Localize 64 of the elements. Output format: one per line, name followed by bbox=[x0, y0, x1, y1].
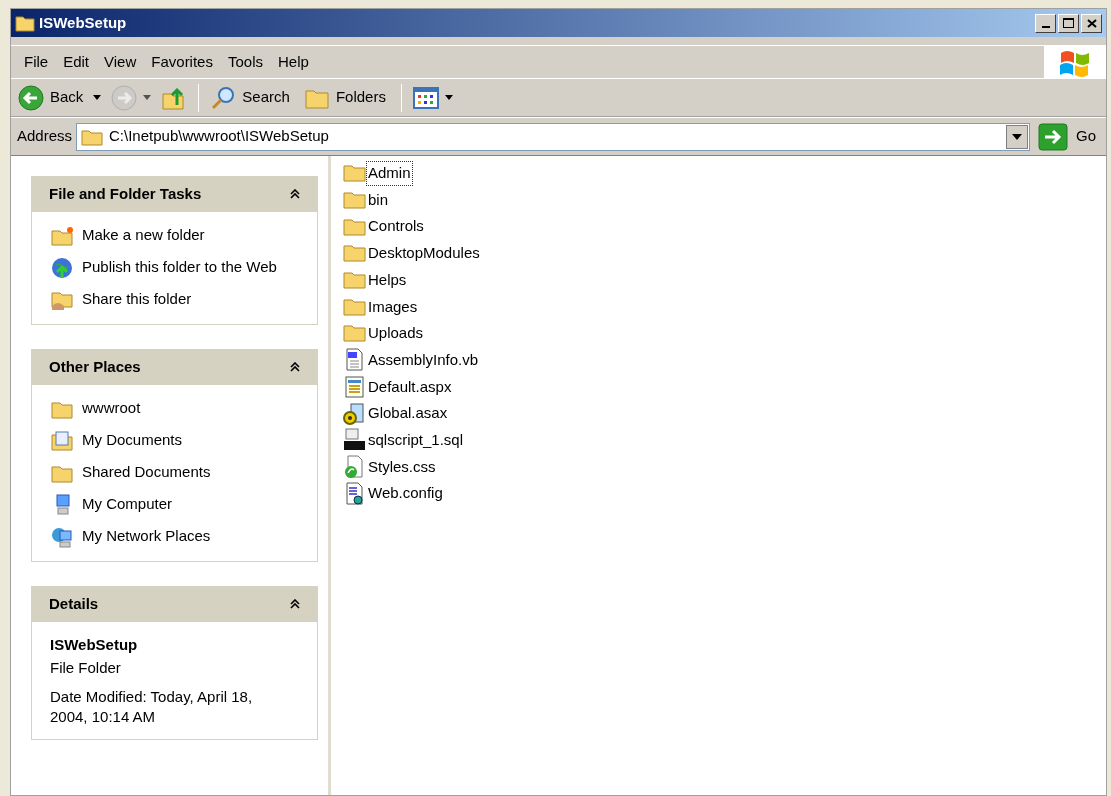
panel-header[interactable]: Details bbox=[31, 586, 318, 622]
menu-item[interactable]: Help bbox=[273, 48, 314, 76]
document-entry[interactable]: AssemblyInfo.vb bbox=[343, 346, 480, 374]
folder-icon bbox=[81, 127, 104, 146]
document-entry[interactable]: sqlscript_1.sql bbox=[343, 426, 465, 454]
sql-file-icon bbox=[343, 428, 367, 453]
folder-entry[interactable]: Admin bbox=[343, 160, 412, 187]
menu-item[interactable]: View bbox=[99, 48, 142, 76]
folder-icon bbox=[15, 14, 35, 32]
address-label: Address bbox=[17, 126, 73, 147]
collapse-chevrons-icon bbox=[290, 189, 300, 199]
menu-item[interactable]: Tools bbox=[222, 48, 268, 76]
task-link[interactable]: Shared Documents bbox=[82, 461, 211, 481]
menu-item[interactable]: Edit bbox=[58, 48, 95, 76]
folder-entry[interactable]: Images bbox=[343, 293, 419, 321]
task-link[interactable]: wwwroot bbox=[82, 397, 141, 417]
panel-header[interactable]: Other Places bbox=[31, 349, 318, 385]
gear-file-icon bbox=[343, 401, 367, 426]
window-title: ISWebSetup bbox=[39, 12, 127, 33]
maximize-icon bbox=[1063, 18, 1074, 28]
search-icon bbox=[210, 84, 237, 111]
folder-entry[interactable]: bin bbox=[343, 186, 390, 214]
task-link[interactable]: Make a new folder bbox=[82, 224, 205, 244]
collapse-chevrons-icon bbox=[290, 362, 300, 372]
task-link[interactable]: My Computer bbox=[82, 493, 173, 513]
close-button[interactable] bbox=[1081, 13, 1102, 33]
web-form-file-icon bbox=[343, 374, 367, 399]
caret-icon bbox=[143, 95, 152, 100]
grid-view-icon bbox=[412, 85, 439, 110]
caret-icon bbox=[93, 95, 102, 100]
date-modified: Date Modified: Today, April 18, 2004, 10:14 AM bbox=[50, 687, 254, 727]
folder-entry[interactable]: DesktopModules bbox=[343, 240, 481, 267]
dropdown-button[interactable] bbox=[1006, 124, 1028, 149]
network-computer-icon bbox=[50, 525, 74, 549]
minimize-button[interactable] bbox=[1035, 13, 1056, 33]
folder-entry[interactable]: Uploads bbox=[343, 320, 425, 347]
new-folder-icon bbox=[50, 224, 74, 248]
document-entry[interactable]: Styles.css bbox=[343, 453, 437, 481]
document-entry[interactable]: Global.asax bbox=[343, 400, 449, 427]
minimize-icon bbox=[1041, 25, 1050, 28]
folder-entry[interactable]: Helps bbox=[343, 266, 408, 294]
menu-item[interactable]: Favorites bbox=[146, 48, 218, 76]
maximize-button[interactable] bbox=[1058, 13, 1079, 33]
caret-icon bbox=[444, 95, 453, 100]
caret-icon bbox=[1012, 133, 1022, 140]
go-button[interactable]: Go bbox=[1034, 121, 1100, 152]
document-entry[interactable]: Default.aspx bbox=[343, 373, 453, 401]
address-field[interactable]: C:\Inetpub\wwwroot\ISWebSetup bbox=[76, 122, 1030, 151]
item-name: ISWebSetup bbox=[50, 635, 139, 655]
search-button[interactable]: Search bbox=[207, 81, 297, 114]
back-button[interactable]: Back bbox=[15, 81, 105, 114]
folders-button[interactable]: Folders bbox=[300, 81, 393, 114]
task-link[interactable]: My Documents bbox=[82, 429, 183, 449]
close-icon bbox=[1086, 18, 1097, 28]
panel-header[interactable]: File and Folder Tasks bbox=[31, 176, 318, 212]
item-type: File Folder bbox=[50, 657, 122, 678]
task-link[interactable]: Share this folder bbox=[82, 288, 192, 308]
document-entry[interactable]: Web.config bbox=[343, 480, 444, 507]
collapse-chevrons-icon bbox=[290, 599, 300, 609]
documents-folder-icon bbox=[50, 429, 74, 453]
menu-item[interactable]: File bbox=[19, 48, 54, 76]
task-link[interactable]: My Network Places bbox=[82, 525, 211, 545]
folder-entry[interactable]: Controls bbox=[343, 213, 425, 241]
task-link[interactable]: Publish this folder to the Web bbox=[82, 256, 277, 276]
